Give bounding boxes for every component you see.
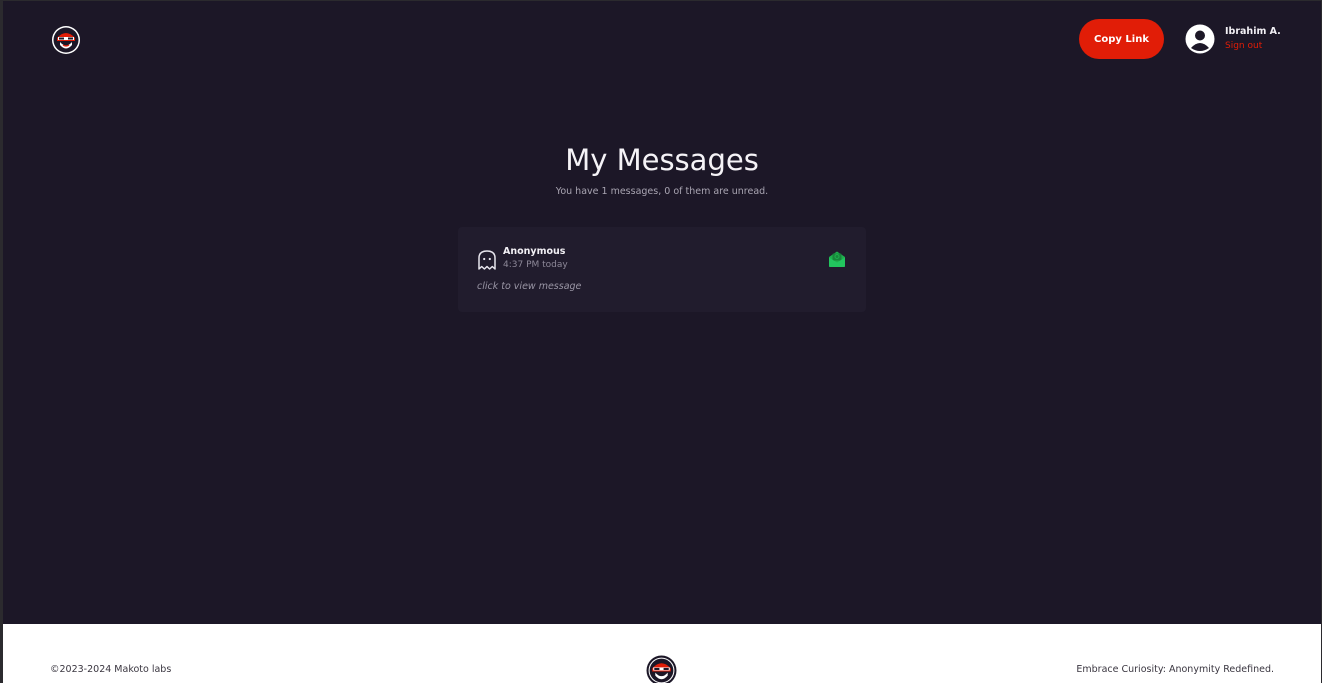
message-hint[interactable]: click to view message <box>477 281 581 292</box>
message-time: 4:37 PM today <box>503 260 568 270</box>
copy-link-button[interactable]: Copy Link <box>1079 19 1164 59</box>
message-card[interactable]: Anonymous 4:37 PM today click to view me… <box>458 227 866 312</box>
envelope-open-icon <box>829 251 845 267</box>
user-circle-icon[interactable] <box>1185 24 1215 54</box>
main-area: Copy Link Ibrahim A. Sign out My Message… <box>3 1 1321 624</box>
message-sender: Anonymous <box>503 246 566 257</box>
footer-tagline: Embrace Curiosity: Anonymity Redefined. <box>1076 664 1274 675</box>
app-frame: Copy Link Ibrahim A. Sign out My Message… <box>0 0 1322 683</box>
user-name: Ibrahim A. <box>1225 26 1281 37</box>
messages-summary: You have 1 messages, 0 of them are unrea… <box>555 186 769 197</box>
sign-out-link[interactable]: Sign out <box>1225 41 1262 51</box>
copyright-text: ©2023-2024 Makoto labs <box>50 664 172 675</box>
page-title: My Messages <box>565 143 759 177</box>
makoto-logo-icon[interactable] <box>646 655 677 683</box>
ghost-icon <box>478 250 496 270</box>
makoto-logo-icon[interactable] <box>51 25 81 55</box>
footer: ©2023-2024 Makoto labs Embrace Curiosity… <box>3 624 1321 683</box>
